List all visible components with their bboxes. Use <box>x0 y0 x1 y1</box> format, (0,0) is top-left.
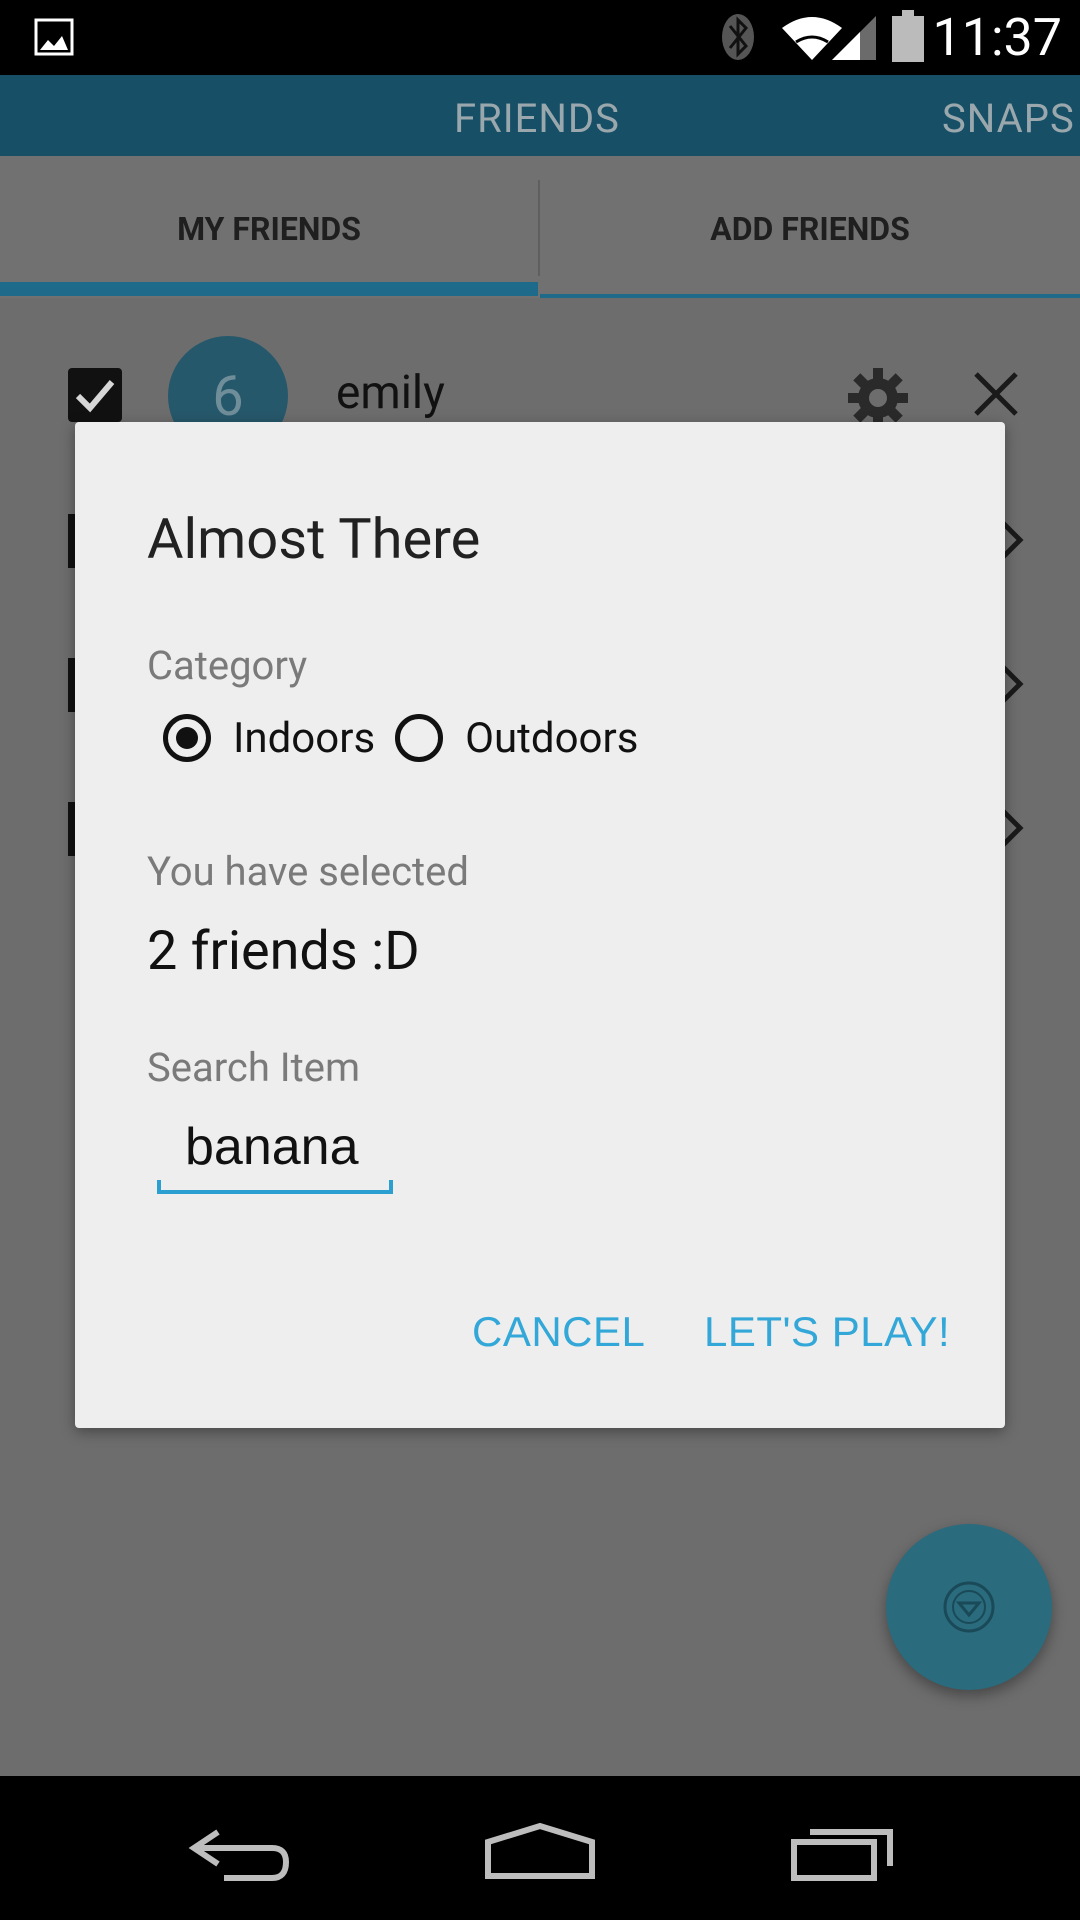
category-radio-group: Indoors Outdoors <box>163 708 658 768</box>
back-icon[interactable] <box>188 1828 292 1884</box>
recents-icon[interactable] <box>790 1826 894 1882</box>
category-label: Category <box>147 642 308 689</box>
navigation-bar <box>0 1776 1080 1920</box>
tab-indicator-active <box>0 282 538 296</box>
floating-action-button[interactable] <box>886 1524 1052 1690</box>
friend-checkbox[interactable] <box>68 368 122 422</box>
radio-indoors[interactable] <box>163 714 211 762</box>
tab-friends[interactable]: FRIENDS <box>454 95 620 142</box>
bluetooth-icon <box>722 14 754 60</box>
radio-outdoors-label[interactable]: Outdoors <box>465 714 638 763</box>
cancel-button[interactable]: CANCEL <box>472 1308 645 1356</box>
signal-icon <box>832 16 876 60</box>
search-input-underline-tick <box>157 1180 161 1194</box>
search-input-underline <box>157 1190 393 1194</box>
tab-add-friends[interactable]: ADD FRIENDS <box>540 156 1080 298</box>
battery-icon <box>892 10 924 62</box>
search-item-label: Search Item <box>147 1044 361 1091</box>
radio-indoors-label[interactable]: Indoors <box>233 714 375 763</box>
search-input-underline-tick <box>389 1180 393 1194</box>
status-time: 11:37 <box>932 7 1063 68</box>
search-item-input[interactable] <box>157 1114 415 1180</box>
top-tab-bar: FRIENDS SNAPS <box>0 75 1080 156</box>
home-icon[interactable] <box>484 1822 596 1880</box>
close-icon[interactable] <box>972 370 1020 418</box>
sub-tab-bar: MY FRIENDS ADD FRIENDS <box>0 156 1080 298</box>
dialog-title: Almost There <box>147 506 481 572</box>
image-icon <box>34 18 74 56</box>
friend-name: emily <box>336 366 445 420</box>
selected-friends-count: 2 friends :D <box>147 920 420 983</box>
tab-snaps[interactable]: SNAPS <box>942 95 1075 142</box>
lets-play-button[interactable]: LET'S PLAY! <box>704 1308 950 1356</box>
dropdown-circle-icon <box>943 1581 995 1633</box>
selected-label: You have selected <box>147 848 469 895</box>
radio-outdoors[interactable] <box>395 714 444 762</box>
almost-there-dialog: Almost There Category Indoors Outdoors Y… <box>75 422 1005 1428</box>
status-bar: 11:37 <box>0 0 1080 75</box>
gear-icon[interactable] <box>846 366 910 430</box>
tab-my-friends[interactable]: MY FRIENDS <box>0 156 538 298</box>
